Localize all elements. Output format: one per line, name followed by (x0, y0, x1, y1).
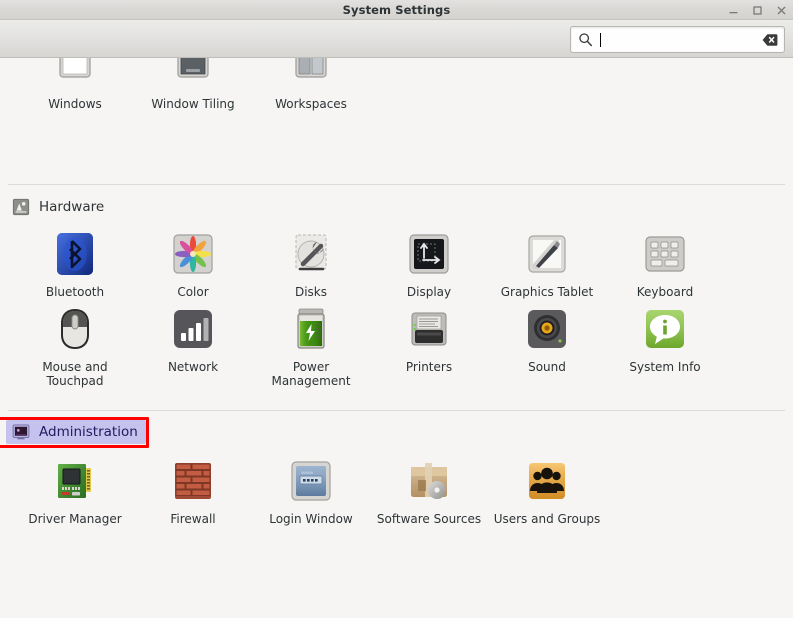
settings-item-label: Users and Groups (493, 512, 601, 526)
settings-item-power-management[interactable]: Power Management (252, 299, 370, 388)
close-icon (777, 6, 786, 14)
keyboard-icon (645, 236, 685, 272)
settings-item-label: Display (406, 285, 452, 299)
icon-grid-administration: Driver Manager Firewall Login Window Sof… (0, 451, 793, 530)
driver-manager-icon (58, 464, 91, 498)
power-management-icon (297, 308, 325, 349)
section-administration: Administration Driver Manager Firewall L… (0, 410, 793, 530)
users-groups-icon (529, 463, 565, 499)
title-bar: System Settings (0, 0, 793, 20)
settings-item-workspaces[interactable]: Workspaces (252, 58, 370, 111)
settings-item-label: Firewall (170, 512, 216, 526)
login-window-icon (291, 461, 331, 501)
printers-icon (411, 312, 447, 346)
settings-item-sound[interactable]: Sound (488, 299, 606, 388)
section-hardware: Hardware Bluetooth Color Disks Display G… (0, 184, 793, 388)
settings-item-label: Printers (405, 360, 453, 374)
search-icon (578, 32, 593, 47)
settings-item-network[interactable]: Network (134, 299, 252, 388)
settings-item-label: System Info (629, 360, 701, 374)
settings-item-label: Mouse and Touchpad (42, 360, 108, 388)
settings-item-display[interactable]: Display (370, 224, 488, 299)
settings-item-mouse-touchpad[interactable]: Mouse and Touchpad (16, 299, 134, 388)
settings-item-label: Software Sources (376, 512, 482, 526)
settings-item-driver-manager[interactable]: Driver Manager (16, 451, 134, 530)
network-icon (174, 310, 212, 348)
settings-item-windows[interactable]: Windows (16, 58, 134, 111)
settings-item-label: Sound (528, 360, 566, 374)
firewall-icon (175, 463, 211, 499)
graphics-tablet-icon (528, 235, 566, 273)
mouse-touchpad-icon (61, 309, 89, 349)
window-title: System Settings (342, 2, 451, 17)
close-button[interactable] (775, 4, 788, 17)
settings-item-users-groups[interactable]: Users and Groups (488, 451, 606, 530)
settings-item-label: Color (177, 285, 209, 299)
sound-icon (528, 310, 566, 348)
search-input[interactable] (603, 32, 762, 47)
section-header-hardware[interactable]: Hardware (6, 195, 112, 219)
settings-item-disks[interactable]: Disks (252, 224, 370, 299)
display-icon (409, 234, 449, 274)
settings-item-label: Power Management (271, 360, 351, 388)
section-preferences-partial: Windows Window Tiling Workspaces (0, 58, 793, 114)
workspaces-icon (295, 58, 327, 78)
settings-item-printers[interactable]: Printers (370, 299, 488, 388)
color-icon (173, 234, 213, 274)
window-controls (727, 0, 788, 20)
bluetooth-icon (57, 233, 93, 275)
minimize-icon (729, 11, 738, 13)
section-header-administration[interactable]: Administration (6, 420, 146, 444)
settings-item-login-window[interactable]: Login Window (252, 451, 370, 530)
clear-icon (762, 33, 778, 46)
settings-item-label: Keyboard (636, 285, 694, 299)
settings-item-graphics-tablet[interactable]: Graphics Tablet (488, 224, 606, 299)
system-settings-window: System Settings Windows Window Tiling Wo… (0, 0, 793, 618)
hardware-icon (12, 198, 30, 216)
search-box[interactable] (570, 26, 785, 53)
settings-item-label: Network (167, 360, 219, 374)
toolbar (0, 20, 793, 58)
settings-item-window-tiling[interactable]: Window Tiling (134, 58, 252, 111)
settings-item-label: Windows (48, 97, 102, 111)
window-tiling-icon (177, 58, 209, 78)
system-info-icon (646, 310, 684, 348)
section-title: Administration (39, 424, 138, 440)
windows-icon (59, 58, 91, 78)
administration-icon (12, 424, 30, 440)
icon-grid-preferences: Windows Window Tiling Workspaces (0, 58, 793, 111)
settings-item-label: Graphics Tablet (500, 285, 594, 299)
settings-item-label: Disks (294, 285, 328, 299)
maximize-button[interactable] (751, 4, 764, 17)
maximize-icon (753, 5, 762, 15)
software-sources-icon (411, 463, 447, 499)
settings-item-firewall[interactable]: Firewall (134, 451, 252, 530)
section-title: Hardware (39, 199, 105, 215)
text-caret (600, 32, 601, 47)
settings-item-label: Bluetooth (45, 285, 105, 299)
settings-item-system-info[interactable]: System Info (606, 299, 724, 388)
settings-content[interactable]: Windows Window Tiling Workspaces Hardwar… (0, 58, 793, 618)
settings-item-label: Window Tiling (151, 97, 235, 111)
settings-item-label: Workspaces (275, 97, 347, 111)
icon-grid-hardware: Bluetooth Color Disks Display Graphics T… (0, 224, 793, 388)
minimize-button[interactable] (727, 4, 740, 17)
settings-item-software-sources[interactable]: Software Sources (370, 451, 488, 530)
settings-item-bluetooth[interactable]: Bluetooth (16, 224, 134, 299)
clear-search-button[interactable] (762, 33, 778, 47)
settings-item-label: Driver Manager (28, 512, 122, 526)
settings-item-keyboard[interactable]: Keyboard (606, 224, 724, 299)
settings-item-label: Login Window (269, 512, 353, 526)
disks-icon (295, 234, 327, 271)
settings-item-color[interactable]: Color (134, 224, 252, 299)
